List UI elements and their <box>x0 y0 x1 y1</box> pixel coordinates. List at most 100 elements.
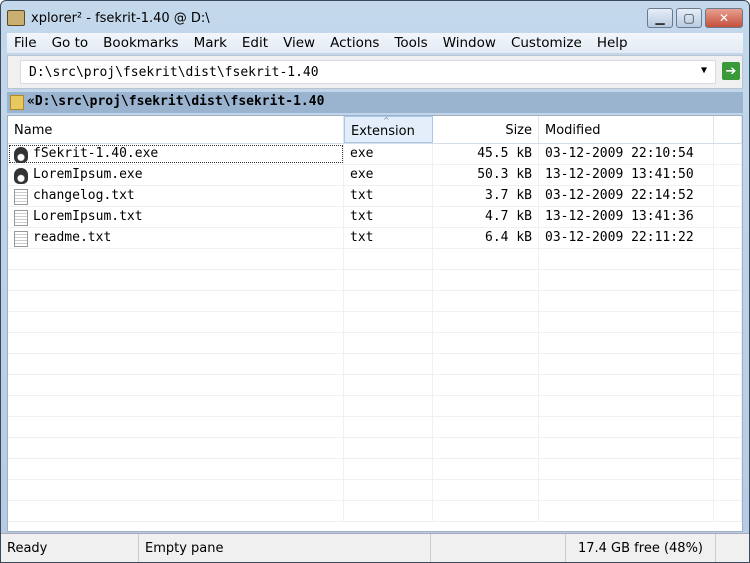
go-button[interactable]: ➔ <box>722 62 740 80</box>
empty-cell <box>8 438 344 458</box>
file-size: 6.4 kB <box>433 228 539 248</box>
file-name: LoremIpsum.exe <box>33 167 143 182</box>
empty-cell <box>433 459 539 479</box>
empty-cell <box>344 249 433 269</box>
empty-cell <box>8 417 344 437</box>
file-row[interactable]: readme.txt txt 6.4 kB 03-12-2009 22:11:22 <box>8 228 742 249</box>
empty-cell <box>8 312 344 332</box>
menu-actions[interactable]: Actions <box>323 35 387 51</box>
file-name-cell: fSekrit-1.40.exe <box>8 144 344 164</box>
empty-cell <box>539 333 714 353</box>
status-free-space: 17.4 GB free (48%) <box>566 534 716 562</box>
window-title: xplorer² - fsekrit-1.40 @ D:\ <box>31 10 210 26</box>
file-row[interactable]: changelog.txt txt 3.7 kB 03-12-2009 22:14:5… <box>8 186 742 207</box>
menu-bar: File Go to Bookmarks Mark Edit View Acti… <box>7 33 743 53</box>
fsekrit-lock-icon <box>14 147 28 163</box>
app-icon <box>7 10 25 26</box>
menu-tools[interactable]: Tools <box>387 35 435 51</box>
empty-cell <box>344 291 433 311</box>
column-extension[interactable]: ^ Extension <box>344 116 433 143</box>
resize-grip[interactable] <box>716 534 749 562</box>
menu-customize[interactable]: Customize <box>504 35 590 51</box>
column-modified[interactable]: Modified <box>539 116 714 143</box>
empty-cell <box>344 417 433 437</box>
close-button[interactable]: ✕ <box>705 8 743 28</box>
empty-cell <box>344 480 433 500</box>
file-ext: txt <box>344 186 433 206</box>
file-name: fSekrit-1.40.exe <box>33 146 159 161</box>
address-value: D:\src\proj\fsekrit\dist\fsekrit-1.40 <box>29 65 319 80</box>
menu-mark[interactable]: Mark <box>187 35 235 51</box>
minimize-button[interactable]: ▁ <box>647 8 673 28</box>
empty-cell <box>714 333 742 353</box>
menu-window[interactable]: Window <box>436 35 504 51</box>
empty-row <box>8 480 742 501</box>
file-modified: 13-12-2009 13:41:50 <box>539 165 714 185</box>
empty-cell <box>433 375 539 395</box>
folder-icon <box>10 95 24 110</box>
empty-cell <box>433 291 539 311</box>
empty-cell <box>433 270 539 290</box>
column-size[interactable]: Size <box>433 116 539 143</box>
maximize-button[interactable]: ▢ <box>676 8 702 28</box>
column-name[interactable]: Name <box>8 116 344 143</box>
file-name: LoremIpsum.txt <box>33 209 143 224</box>
menu-edit[interactable]: Edit <box>235 35 276 51</box>
empty-cell <box>714 459 742 479</box>
file-row[interactable]: LoremIpsum.txt txt 4.7 kB 13-12-2009 13:41:… <box>8 207 742 228</box>
empty-cell <box>714 249 742 269</box>
empty-cell <box>714 438 742 458</box>
empty-cell <box>714 270 742 290</box>
fsekrit-lock-icon <box>14 168 28 184</box>
empty-cell <box>433 396 539 416</box>
dropdown-arrow-icon[interactable]: ▼ <box>701 65 707 76</box>
empty-cell <box>539 417 714 437</box>
empty-cell <box>539 501 714 521</box>
pane-path-bar: «D:\src\proj\fsekrit\dist\fsekrit-1.40 <box>7 92 743 113</box>
file-row[interactable]: fSekrit-1.40.exe exe 45.5 kB 03-12-2009 22:… <box>8 144 742 165</box>
empty-cell <box>539 396 714 416</box>
empty-row <box>8 354 742 375</box>
empty-cell <box>433 354 539 374</box>
column-header: Name ^ Extension Size Modified <box>8 116 742 144</box>
empty-cell <box>8 354 344 374</box>
menu-file[interactable]: File <box>7 35 45 51</box>
empty-cell <box>714 417 742 437</box>
empty-cell <box>714 501 742 521</box>
empty-cell <box>714 396 742 416</box>
file-modified: 03-12-2009 22:11:22 <box>539 228 714 248</box>
empty-cell <box>344 459 433 479</box>
empty-row <box>8 312 742 333</box>
file-size: 45.5 kB <box>433 144 539 164</box>
filler-cell <box>714 144 742 164</box>
pane-path: «D:\src\proj\fsekrit\dist\fsekrit-1.40 <box>27 94 325 109</box>
menu-view[interactable]: View <box>276 35 323 51</box>
file-name-cell: LoremIpsum.exe <box>8 165 344 185</box>
empty-cell <box>539 291 714 311</box>
address-input[interactable]: D:\src\proj\fsekrit\dist\fsekrit-1.40 ▼ <box>20 60 716 84</box>
empty-cell <box>433 438 539 458</box>
empty-cell <box>344 396 433 416</box>
menu-bookmarks[interactable]: Bookmarks <box>96 35 186 51</box>
menu-goto[interactable]: Go to <box>45 35 97 51</box>
empty-row <box>8 249 742 270</box>
empty-cell <box>433 480 539 500</box>
empty-cell <box>8 333 344 353</box>
column-extension-label: Extension <box>351 124 415 139</box>
menu-help[interactable]: Help <box>590 35 636 51</box>
empty-row <box>8 270 742 291</box>
empty-cell <box>539 354 714 374</box>
empty-row <box>8 459 742 480</box>
file-list[interactable]: Name ^ Extension Size Modified fSekrit-1.… <box>7 115 743 532</box>
text-file-icon <box>14 210 28 226</box>
file-modified: 13-12-2009 13:41:36 <box>539 207 714 227</box>
empty-cell <box>344 438 433 458</box>
empty-row <box>8 396 742 417</box>
file-row[interactable]: LoremIpsum.exe exe 50.3 kB 13-12-2009 13:41… <box>8 165 742 186</box>
window: xplorer² - fsekrit-1.40 @ D:\ ▁ ▢ ✕ File… <box>0 0 750 563</box>
empty-cell <box>714 480 742 500</box>
column-filler <box>714 116 742 143</box>
text-file-icon <box>14 231 28 247</box>
empty-cell <box>539 375 714 395</box>
empty-cell <box>8 270 344 290</box>
